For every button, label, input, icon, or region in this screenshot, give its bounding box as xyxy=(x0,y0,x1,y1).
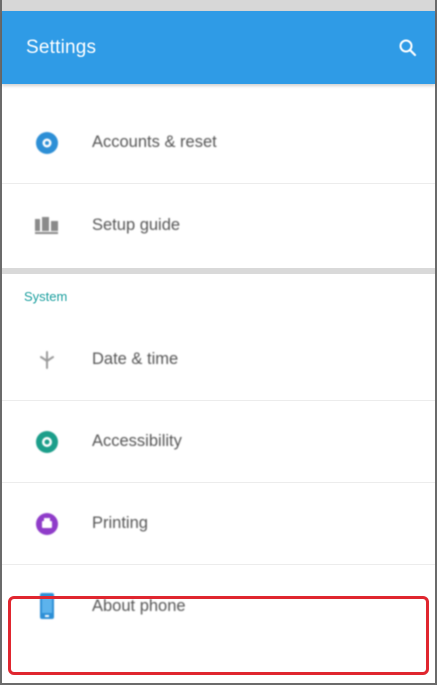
settings-item-date-time[interactable]: Date & time xyxy=(2,319,435,401)
status-bar xyxy=(2,0,435,11)
settings-item-printing[interactable]: Printing xyxy=(2,483,435,565)
search-icon xyxy=(399,39,417,56)
app-bar: Settings xyxy=(2,11,435,84)
settings-item-label: Setup guide xyxy=(92,215,181,234)
settings-item-accounts-reset[interactable]: Accounts & reset xyxy=(2,102,435,184)
accounts-gear-icon xyxy=(2,130,92,156)
settings-item-about-phone[interactable]: About phone xyxy=(2,565,435,647)
settings-item-label: Printing xyxy=(92,514,148,532)
page-title: Settings xyxy=(26,36,97,58)
settings-item-label: Accounts & reset xyxy=(92,133,217,151)
settings-item-accessibility[interactable]: Accessibility xyxy=(2,401,435,483)
settings-screen: Settings Accounts & reset Setup guide Sy… xyxy=(0,0,437,685)
printing-icon xyxy=(2,511,92,537)
clock-icon xyxy=(2,348,92,372)
settings-item-label: Date & time xyxy=(92,350,179,368)
accessibility-icon xyxy=(2,429,92,455)
settings-item-setup-guide[interactable]: Setup guide xyxy=(2,184,435,266)
settings-item-label: Accessibility xyxy=(92,432,182,450)
search-button[interactable] xyxy=(391,31,425,65)
section-header-label: System xyxy=(24,289,68,304)
phone-icon xyxy=(2,592,92,620)
section-header-system: System xyxy=(2,274,435,319)
settings-item-label: About phone xyxy=(92,596,186,615)
setup-guide-icon xyxy=(2,215,92,235)
